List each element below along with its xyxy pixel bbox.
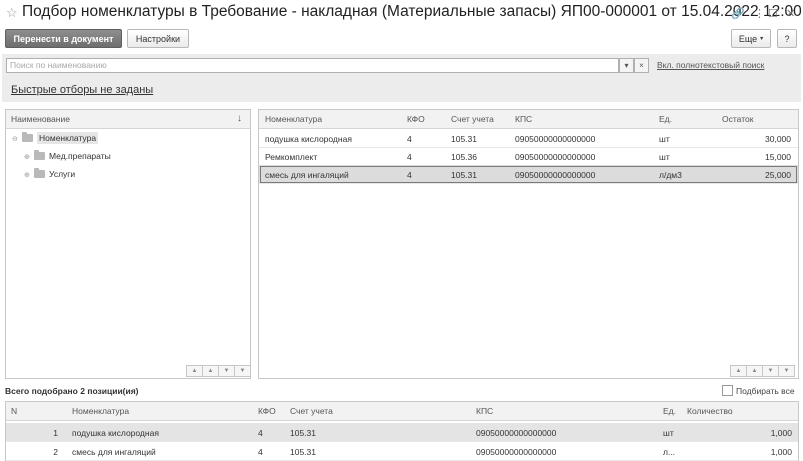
scroll-first-button[interactable]: ▲ xyxy=(186,365,203,377)
col-header[interactable]: Ед. xyxy=(663,406,676,416)
scroll-last-button[interactable]: ▼ xyxy=(234,365,251,377)
chevron-down-icon: ▾ xyxy=(760,36,764,42)
col-header[interactable]: Номенклатура xyxy=(265,114,322,124)
window-title: Подбор номенклатуры в Требование - накла… xyxy=(22,3,803,20)
col-header[interactable]: КФО xyxy=(407,114,425,124)
cell-kps: 09050000000000000 xyxy=(476,428,557,438)
tree-item-label: Номенклатура xyxy=(37,132,99,144)
col-header[interactable]: Счет учета xyxy=(290,406,333,416)
cell-account: 105.31 xyxy=(290,428,316,438)
cell-qty: 1,000 xyxy=(770,428,792,438)
cell-account: 105.31 xyxy=(451,170,477,180)
cell-name: смесь для ингаляций xyxy=(265,170,349,180)
cell-kps: 09050000000000000 xyxy=(515,152,596,162)
cell-kfo: 4 xyxy=(407,152,412,162)
cell-unit: л/дм3 xyxy=(659,170,682,180)
tree-header[interactable]: Наименование ↓ xyxy=(6,110,250,129)
close-icon[interactable]: ✕ xyxy=(786,7,795,20)
table-row-selected[interactable]: 1 подушка кислородная 4 105.31 090500000… xyxy=(6,423,798,442)
selected-items-table: N Номенклатура КФО Счет учета КПС Ед. Ко… xyxy=(5,401,799,461)
settings-button[interactable]: Настройки xyxy=(127,29,189,48)
selected-total: Всего подобрано 2 позиции(ия) xyxy=(5,386,139,396)
table-row[interactable]: подушка кислородная 4 105.31 09050000000… xyxy=(259,129,798,148)
tree-item-label: Услуги xyxy=(49,169,76,179)
cell-unit: шт xyxy=(663,428,674,438)
cell-name: подушка кислородная xyxy=(265,134,352,144)
cell-kfo: 4 xyxy=(407,134,412,144)
more-actions-icon[interactable]: ⋮ xyxy=(754,7,765,20)
cell-kps: 09050000000000000 xyxy=(476,447,557,457)
scroll-last-button[interactable]: ▼ xyxy=(778,365,795,377)
collapse-icon[interactable]: ⊖ xyxy=(12,135,22,143)
cell-unit: шт xyxy=(659,134,670,144)
sort-arrow-icon[interactable]: ↓ xyxy=(237,113,242,124)
tree-header-name: Наименование xyxy=(11,114,70,124)
cell-unit: л... xyxy=(663,447,676,457)
cell-kps: 09050000000000000 xyxy=(515,170,596,180)
col-header[interactable]: КПС xyxy=(515,114,532,124)
col-header[interactable]: Ед. xyxy=(659,114,672,124)
cell-kfo: 4 xyxy=(258,428,263,438)
cell-n: 2 xyxy=(53,447,58,457)
folder-icon xyxy=(34,168,45,178)
cell-balance: 15,000 xyxy=(765,152,791,162)
more-label: Еще xyxy=(738,33,758,44)
cell-unit: шт xyxy=(659,152,670,162)
more-button[interactable]: Еще ▾ xyxy=(731,29,771,48)
products-table: Номенклатура КФО Счет учета КПС Ед. Оста… xyxy=(258,109,799,379)
cell-qty: 1,000 xyxy=(770,447,792,457)
cell-account: 105.31 xyxy=(451,134,477,144)
cell-kfo: 4 xyxy=(407,170,412,180)
products-header: Номенклатура КФО Счет учета КПС Ед. Оста… xyxy=(259,110,798,129)
scroll-down-button[interactable]: ▼ xyxy=(218,365,235,377)
col-header[interactable]: Количество xyxy=(687,406,733,416)
selected-header: N Номенклатура КФО Счет учета КПС Ед. Ко… xyxy=(6,402,798,421)
folder-icon xyxy=(22,132,33,142)
pick-all-label: Подбирать все xyxy=(736,386,795,396)
link-icon[interactable]: 🔗 xyxy=(731,7,745,20)
table-row[interactable]: 2 смесь для ингаляций 4 105.31 090500000… xyxy=(6,442,798,461)
cell-account: 105.31 xyxy=(290,447,316,457)
col-header[interactable]: Счет учета xyxy=(451,114,494,124)
cell-n: 1 xyxy=(53,428,58,438)
cell-kps: 09050000000000000 xyxy=(515,134,596,144)
scroll-down-button[interactable]: ▼ xyxy=(762,365,779,377)
cell-name: смесь для ингаляций xyxy=(72,447,156,457)
transfer-to-document-button[interactable]: Перенести в документ xyxy=(5,29,122,48)
col-header[interactable]: КПС xyxy=(476,406,493,416)
cell-kfo: 4 xyxy=(258,447,263,457)
help-button[interactable]: ? xyxy=(777,29,797,48)
col-header[interactable]: КФО xyxy=(258,406,276,416)
expand-icon[interactable]: ⊕ xyxy=(24,153,34,161)
cell-name: Ремкомплект xyxy=(265,152,318,162)
table-row[interactable]: Ремкомплект 4 105.36 09050000000000000 ш… xyxy=(259,147,798,166)
cell-balance: 30,000 xyxy=(765,134,791,144)
col-header[interactable]: Остаток xyxy=(722,114,753,124)
col-header[interactable]: N xyxy=(11,406,17,416)
scroll-up-button[interactable]: ▲ xyxy=(746,365,763,377)
tree-item-med[interactable]: ⊕ Мед.препараты xyxy=(6,147,250,165)
pick-all-checkbox[interactable]: Подбирать все xyxy=(722,385,795,396)
table-row-selected[interactable]: смесь для ингаляций 4 105.31 09050000000… xyxy=(259,165,798,184)
tree-item-label: Мед.препараты xyxy=(49,151,111,161)
cell-account: 105.36 xyxy=(451,152,477,162)
tree-item-nomenclature[interactable]: ⊖ Номенклатура xyxy=(6,129,250,147)
fulltext-search-link[interactable]: Вкл. полнотекстовый поиск xyxy=(657,60,764,70)
quick-filters-link[interactable]: Быстрые отборы не заданы xyxy=(11,84,153,96)
cell-balance: 25,000 xyxy=(765,170,791,180)
search-dropdown-button[interactable]: ▾ xyxy=(619,58,634,73)
category-tree-panel: Наименование ↓ ⊖ Номенклатура ⊕ Мед.препар… xyxy=(5,109,251,379)
clear-search-button[interactable]: × xyxy=(634,58,649,73)
expand-icon[interactable]: ⊕ xyxy=(24,171,34,179)
favorite-star-icon[interactable]: ☆ xyxy=(6,5,18,21)
cell-name: подушка кислородная xyxy=(72,428,159,438)
checkbox-icon[interactable] xyxy=(722,385,733,396)
tree-item-services[interactable]: ⊕ Услуги xyxy=(6,165,250,183)
scroll-up-button[interactable]: ▲ xyxy=(202,365,219,377)
search-input[interactable]: Поиск по наименованию xyxy=(6,58,619,73)
col-header[interactable]: Номенклатура xyxy=(72,406,129,416)
folder-icon xyxy=(34,150,45,160)
maximize-icon[interactable]: ☐ xyxy=(768,7,778,20)
scroll-first-button[interactable]: ▲ xyxy=(730,365,747,377)
